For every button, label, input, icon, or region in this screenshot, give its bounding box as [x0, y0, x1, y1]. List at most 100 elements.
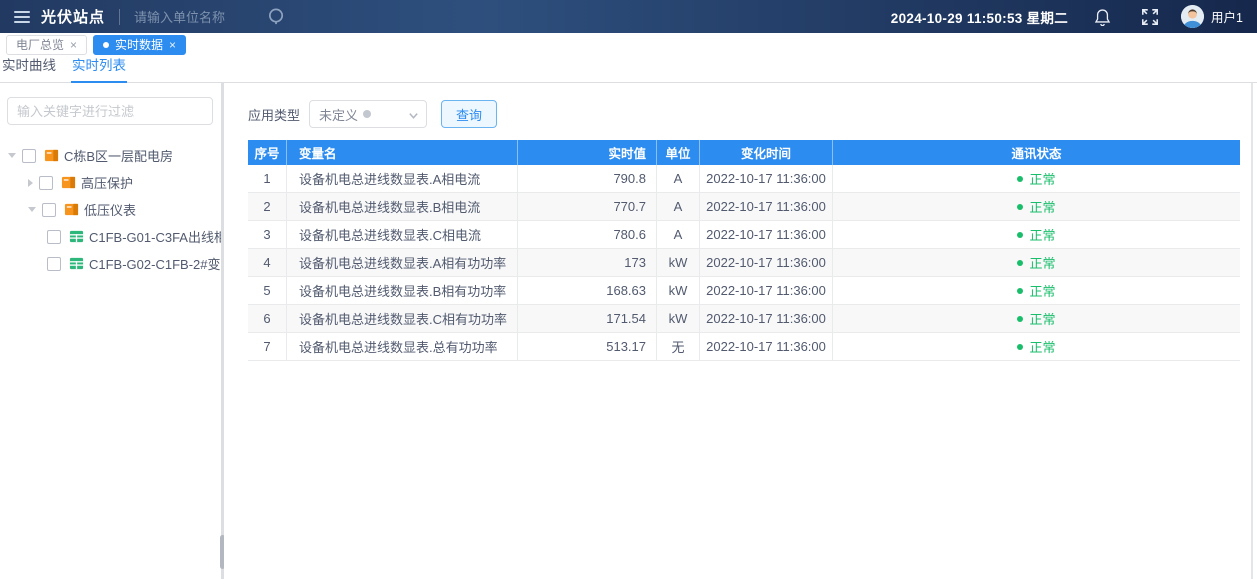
- table-body: 1 设备机电总进线数显表.A相电流 790.8 A 2022-10-17 11:36:0…: [248, 165, 1240, 361]
- active-dot-icon: [103, 41, 110, 48]
- status-dot-icon: [1017, 175, 1024, 182]
- status-text: 正常: [1029, 256, 1056, 271]
- cell-variable-name: 设备机电总进线数显表.B相电流: [287, 193, 518, 220]
- select-value: 未定义: [319, 107, 359, 123]
- topbar-divider: [119, 8, 121, 25]
- cell-value: 173: [518, 249, 657, 276]
- chevron-down-icon: [408, 110, 419, 121]
- status-dot-icon: [1017, 231, 1024, 238]
- main-content: 应用类型 未定义 查询 序号 变量名 实时值 单位 变化时间 通讯状态 1 设备…: [224, 83, 1257, 579]
- status-text: 正常: [1029, 228, 1056, 243]
- status-text: 正常: [1029, 284, 1056, 299]
- cell-no: 4: [248, 249, 287, 276]
- subtab-realtime-list[interactable]: 实时列表: [71, 50, 127, 83]
- table-row[interactable]: 4 设备机电总进线数显表.A相有功功率 173 kW 2022-10-17 11:36:…: [248, 249, 1240, 277]
- table-row[interactable]: 3 设备机电总进线数显表.C相电流 780.6 A 2022-10-17 11:36:0…: [248, 221, 1240, 249]
- column-header: 序号: [248, 140, 287, 165]
- tree-item[interactable]: 低压仪表: [0, 196, 221, 223]
- table-row[interactable]: 6 设备机电总进线数显表.C相有功功率 171.54 kW 2022-10-17 11:…: [248, 305, 1240, 333]
- cell-time: 2022-10-17 11:36:00: [700, 333, 833, 360]
- column-header: 变化时间: [700, 140, 833, 165]
- tree-filter-input[interactable]: [7, 97, 213, 125]
- device-icon: [69, 256, 84, 271]
- realtime-table: 序号 变量名 实时值 单位 变化时间 通讯状态 1 设备机电总进线数显表.A相电流…: [248, 140, 1240, 361]
- app-title: 光伏站点: [41, 9, 106, 26]
- cell-unit: kW: [657, 305, 700, 332]
- cell-variable-name: 设备机电总进线数显表.A相有功功率: [287, 249, 518, 276]
- checkbox[interactable]: [22, 148, 36, 163]
- app-type-select[interactable]: 未定义: [309, 100, 428, 128]
- folder-icon: [64, 202, 79, 217]
- cell-unit: A: [657, 165, 700, 192]
- tree-item[interactable]: 高压保护: [0, 169, 221, 196]
- cell-time: 2022-10-17 11:36:00: [700, 165, 833, 192]
- page-scrollbar[interactable]: [1251, 83, 1253, 579]
- cell-status: 正常: [833, 305, 1240, 332]
- search-icon[interactable]: [267, 7, 286, 26]
- cell-value: 513.17: [518, 333, 657, 360]
- cell-unit: A: [657, 193, 700, 220]
- tree-item[interactable]: C1FB-G02-C1FB-2#变出线: [0, 250, 246, 277]
- status-dot-icon: [1017, 259, 1024, 266]
- tree-item-label: 高压保护: [81, 176, 134, 191]
- cell-variable-name: 设备机电总进线数显表.C相有功功率: [287, 305, 518, 332]
- caret-expanded-icon[interactable]: [8, 153, 16, 158]
- checkbox[interactable]: [39, 175, 53, 190]
- datetime: 2024-10-29 11:50:53 星期二: [890, 10, 1069, 26]
- checkbox[interactable]: [42, 202, 56, 217]
- status-text: 正常: [1029, 172, 1056, 187]
- fullscreen-icon[interactable]: [1141, 8, 1159, 26]
- checkbox[interactable]: [47, 256, 61, 271]
- open-tabs-bar: 电厂总览 × 实时数据 ×: [0, 33, 1257, 56]
- caret-expanded-icon[interactable]: [28, 207, 36, 212]
- cell-no: 6: [248, 305, 287, 332]
- subtab-realtime-curve[interactable]: 实时曲线: [1, 50, 57, 83]
- cell-time: 2022-10-17 11:36:00: [700, 305, 833, 332]
- topbar: 光伏站点 请输入单位名称 2024-10-29 11:50:53 星期二 用户1: [0, 0, 1257, 33]
- tree-item-label: C栋B区一层配电房: [64, 149, 174, 164]
- cell-status: 正常: [833, 277, 1240, 304]
- tree-item[interactable]: C栋B区一层配电房: [0, 142, 221, 169]
- avatar[interactable]: [1181, 5, 1205, 28]
- cell-status: 正常: [833, 193, 1240, 220]
- device-tree-panel: C栋B区一层配电房高压保护低压仪表 C1FB-G01-C3FA出线柜 C1FB-G0…: [0, 83, 246, 579]
- caret-collapsed-icon[interactable]: [28, 178, 33, 187]
- query-button[interactable]: 查询: [441, 100, 498, 128]
- column-header: 变量名: [287, 140, 518, 165]
- checkbox[interactable]: [47, 229, 61, 244]
- cell-value: 171.54: [518, 305, 657, 332]
- tree-item-label: 低压仪表: [84, 203, 137, 218]
- cell-status: 正常: [833, 165, 1240, 192]
- table-row[interactable]: 2 设备机电总进线数显表.B相电流 770.7 A 2022-10-17 11:36:0…: [248, 193, 1240, 221]
- query-toolbar: 应用类型 未定义 查询: [248, 100, 498, 128]
- close-icon[interactable]: ×: [70, 39, 77, 51]
- cell-no: 5: [248, 277, 287, 304]
- unit-search-input[interactable]: 请输入单位名称: [134, 7, 239, 26]
- app-window: 光伏站点 请输入单位名称 2024-10-29 11:50:53 星期二 用户1…: [0, 0, 1257, 579]
- status-dot-icon: [1017, 203, 1024, 210]
- view-tabs: 实时曲线 实时列表: [0, 56, 1257, 83]
- cell-variable-name: 设备机电总进线数显表.B相有功功率: [287, 277, 518, 304]
- column-header: 实时值: [518, 140, 657, 165]
- notifications-bell-icon[interactable]: [1094, 8, 1111, 26]
- table-row[interactable]: 1 设备机电总进线数显表.A相电流 790.8 A 2022-10-17 11:36:0…: [248, 165, 1240, 193]
- close-icon[interactable]: ×: [169, 39, 176, 51]
- status-dot-icon: [1017, 343, 1024, 350]
- username[interactable]: 用户1: [1211, 7, 1243, 26]
- cell-unit: A: [657, 221, 700, 248]
- device-tree: C栋B区一层配电房高压保护低压仪表 C1FB-G01-C3FA出线柜 C1FB-G0…: [0, 142, 246, 277]
- cell-time: 2022-10-17 11:36:00: [700, 221, 833, 248]
- cell-time: 2022-10-17 11:36:00: [700, 249, 833, 276]
- status-dot-icon: [1017, 287, 1024, 294]
- column-header: 单位: [657, 140, 700, 165]
- cell-value: 780.6: [518, 221, 657, 248]
- table-row[interactable]: 7 设备机电总进线数显表.总有功功率 513.17 无 2022-10-17 11:36…: [248, 333, 1240, 361]
- tag-clear-icon[interactable]: [363, 110, 372, 118]
- cell-value: 168.63: [518, 277, 657, 304]
- cell-status: 正常: [833, 221, 1240, 248]
- menu-icon[interactable]: [14, 10, 30, 23]
- tree-item[interactable]: C1FB-G01-C3FA出线柜: [0, 223, 227, 250]
- cell-no: 1: [248, 165, 287, 192]
- table-row[interactable]: 5 设备机电总进线数显表.B相有功功率 168.63 kW 2022-10-17 11:…: [248, 277, 1240, 305]
- cell-variable-name: 设备机电总进线数显表.C相电流: [287, 221, 518, 248]
